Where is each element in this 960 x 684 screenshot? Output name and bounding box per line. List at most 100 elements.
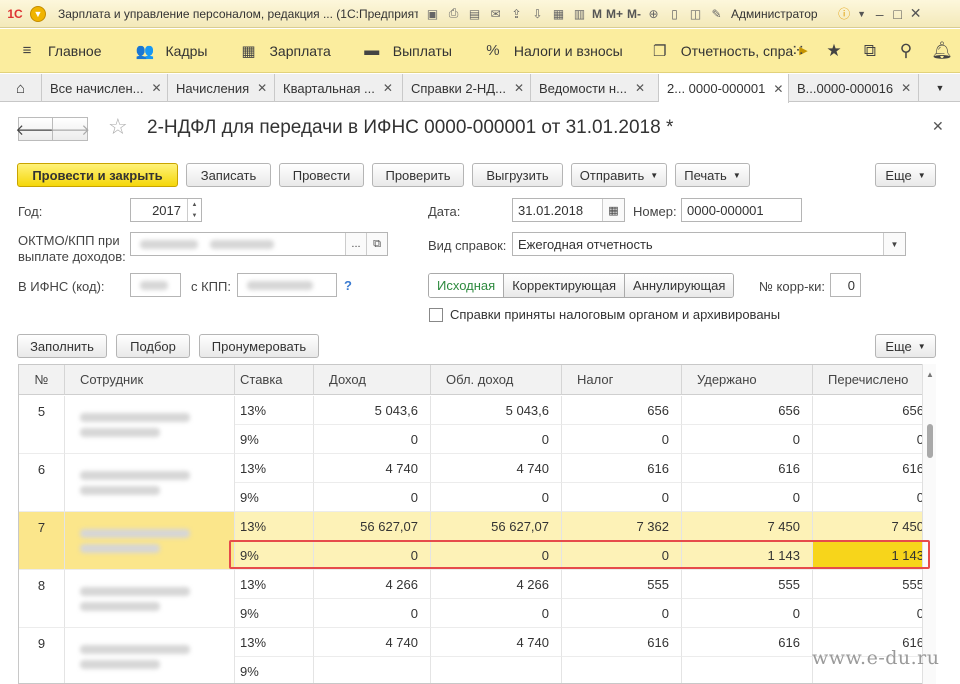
row-number[interactable]: 7 xyxy=(19,512,65,570)
option-original[interactable]: Исходная xyxy=(429,274,505,297)
zoom-icon[interactable]: ⊕ xyxy=(645,5,662,22)
column-header-rate[interactable]: Ставка xyxy=(235,365,314,395)
cell-tax[interactable]: 616 xyxy=(562,628,682,657)
menu-item-taxes[interactable]: % Налоги и взносы xyxy=(484,42,623,59)
cell-transferred[interactable]: 0 xyxy=(813,483,935,512)
more-button[interactable]: Еще ▼ xyxy=(875,163,936,187)
history-icon[interactable]: ◫ xyxy=(687,5,704,22)
row-number[interactable]: 6 xyxy=(19,454,65,512)
column-header-employee[interactable]: Сотрудник xyxy=(65,365,235,395)
scroll-up-icon[interactable]: ▲ xyxy=(926,370,934,379)
cell-taxable-income[interactable]: 56 627,07 xyxy=(431,512,562,541)
table-more-button[interactable]: Еще ▼ xyxy=(875,334,936,358)
cell-transferred[interactable]: 7 450 xyxy=(813,512,935,541)
tab-statements[interactable]: Ведомости н... ✕ xyxy=(531,74,659,102)
spin-up-icon[interactable]: ▲ xyxy=(192,202,198,208)
panel-icon[interactable]: ▯ xyxy=(666,5,683,22)
cell-withheld[interactable]: 7 450 xyxy=(682,512,813,541)
cell-tax[interactable]: 0 xyxy=(562,599,682,628)
kpp-input[interactable] xyxy=(237,273,337,297)
row-number[interactable]: 9 xyxy=(19,628,65,683)
column-header-transferred[interactable]: Перечислено xyxy=(813,365,935,395)
column-header-income[interactable]: Доход xyxy=(314,365,431,395)
preview-icon[interactable]: ▤ xyxy=(466,5,483,22)
column-header-withheld[interactable]: Удержано xyxy=(682,365,813,395)
search-icon[interactable]: ⚲ xyxy=(888,41,924,61)
menu-item-hr[interactable]: 👥 Кадры xyxy=(136,42,208,60)
spin-down-icon[interactable]: ▼ xyxy=(192,213,198,219)
correction-number-input[interactable]: 0 xyxy=(830,273,861,297)
column-header-tax[interactable]: Налог xyxy=(562,365,682,395)
column-header-taxable-income[interactable]: Обл. доход xyxy=(431,365,562,395)
cell-taxable-income[interactable]: 0 xyxy=(431,483,562,512)
close-icon[interactable]: ✕ xyxy=(514,81,524,95)
tab-all-accruals[interactable]: Все начислен... ✕ xyxy=(42,74,168,102)
cell-rate[interactable]: 13% xyxy=(235,396,314,425)
cell-taxable-income[interactable]: 0 xyxy=(431,541,562,570)
cell-tax[interactable] xyxy=(562,657,682,683)
memory-minus-button[interactable]: M- xyxy=(627,7,641,21)
forward-arrow-icon[interactable]: 🡒 xyxy=(50,117,90,141)
cell-withheld[interactable]: 656 xyxy=(682,396,813,425)
cell-income[interactable]: 5 043,6 xyxy=(314,396,431,425)
kind-select[interactable]: Ежегодная отчетность ▼ xyxy=(512,232,906,256)
tab-quarterly[interactable]: Квартальная ... ✕ xyxy=(275,74,403,102)
cell-transferred[interactable]: 656 xyxy=(813,396,935,425)
tab-current-document[interactable]: 2... 0000-000001 ✕ xyxy=(659,74,789,103)
menu-item-reports[interactable]: ❐ Отчетность, спра xyxy=(651,42,793,60)
row-number[interactable]: 5 xyxy=(19,396,65,454)
employees-table[interactable]: № Сотрудник Ставка Доход Обл. доход Нало… xyxy=(18,364,936,684)
mail-icon[interactable]: ✉ xyxy=(487,5,504,22)
menu-item-main[interactable]: ≡ Главное xyxy=(18,42,102,59)
oktmo-kpp-input[interactable]: ... ⧉ xyxy=(130,232,388,256)
cell-rate[interactable]: 9% xyxy=(235,599,314,628)
employee-name-blurred[interactable] xyxy=(65,512,235,570)
cell-income[interactable]: 0 xyxy=(314,541,431,570)
cell-rate[interactable]: 9% xyxy=(235,657,314,683)
close-form-icon[interactable]: ✕ xyxy=(932,118,944,135)
fill-button[interactable]: Заполнить xyxy=(17,334,107,358)
dropdown-arrow-icon[interactable]: ▼ xyxy=(883,233,905,255)
close-icon[interactable]: ✕ xyxy=(257,81,267,95)
tab-2ndfl-list[interactable]: Справки 2-НД... ✕ xyxy=(403,74,531,102)
grid-icon[interactable]: ⁙ xyxy=(780,41,816,61)
date-input[interactable]: 31.01.2018 ▦ xyxy=(512,198,625,222)
save-button[interactable]: Записать xyxy=(186,163,271,187)
post-and-close-button[interactable]: Провести и закрыть xyxy=(17,163,178,187)
upload-icon[interactable]: ⇪ xyxy=(508,5,525,22)
cell-rate[interactable]: 13% xyxy=(235,454,314,483)
maximize-icon[interactable]: □ xyxy=(889,6,907,22)
cell-transferred[interactable]: 0 xyxy=(813,425,935,454)
tab-accruals[interactable]: Начисления ✕ xyxy=(168,74,275,102)
close-icon[interactable]: ✕ xyxy=(635,81,645,95)
cell-transferred[interactable]: 555 xyxy=(813,570,935,599)
cell-income[interactable]: 4 266 xyxy=(314,570,431,599)
cell-taxable-income[interactable]: 4 740 xyxy=(431,454,562,483)
user-name[interactable]: Администратор xyxy=(731,7,818,21)
cell-transferred[interactable]: 616 xyxy=(813,454,935,483)
cell-rate[interactable]: 9% xyxy=(235,425,314,454)
settings-icon[interactable]: ✎ xyxy=(708,5,725,22)
cell-tax[interactable]: 656 xyxy=(562,396,682,425)
table-scrollbar[interactable]: ▲ xyxy=(922,364,936,684)
cell-rate[interactable]: 9% xyxy=(235,483,314,512)
open-icon[interactable]: ⧉ xyxy=(366,233,387,255)
cell-withheld[interactable]: 0 xyxy=(682,425,813,454)
main-menu-button[interactable]: ▼ xyxy=(30,5,46,22)
cell-transferred[interactable]: 0 xyxy=(813,599,935,628)
column-header-number[interactable]: № xyxy=(19,365,65,395)
cell-withheld[interactable]: 555 xyxy=(682,570,813,599)
close-icon[interactable]: ✕ xyxy=(907,5,925,22)
archived-checkbox[interactable] xyxy=(429,308,443,322)
option-cancelling[interactable]: Аннулирующая xyxy=(625,274,734,297)
send-button[interactable]: Отправить ▼ xyxy=(571,163,667,187)
cell-taxable-income[interactable]: 0 xyxy=(431,425,562,454)
cell-rate[interactable]: 13% xyxy=(235,512,314,541)
cell-income[interactable]: 56 627,07 xyxy=(314,512,431,541)
memory-button[interactable]: M xyxy=(592,7,602,21)
option-correcting[interactable]: Корректирующая xyxy=(504,274,626,297)
cell-income[interactable]: 4 740 xyxy=(314,454,431,483)
cell-income[interactable]: 0 xyxy=(314,483,431,512)
menu-item-payments[interactable]: ▬ Выплаты xyxy=(363,42,452,59)
employee-name-blurred[interactable] xyxy=(65,570,235,628)
